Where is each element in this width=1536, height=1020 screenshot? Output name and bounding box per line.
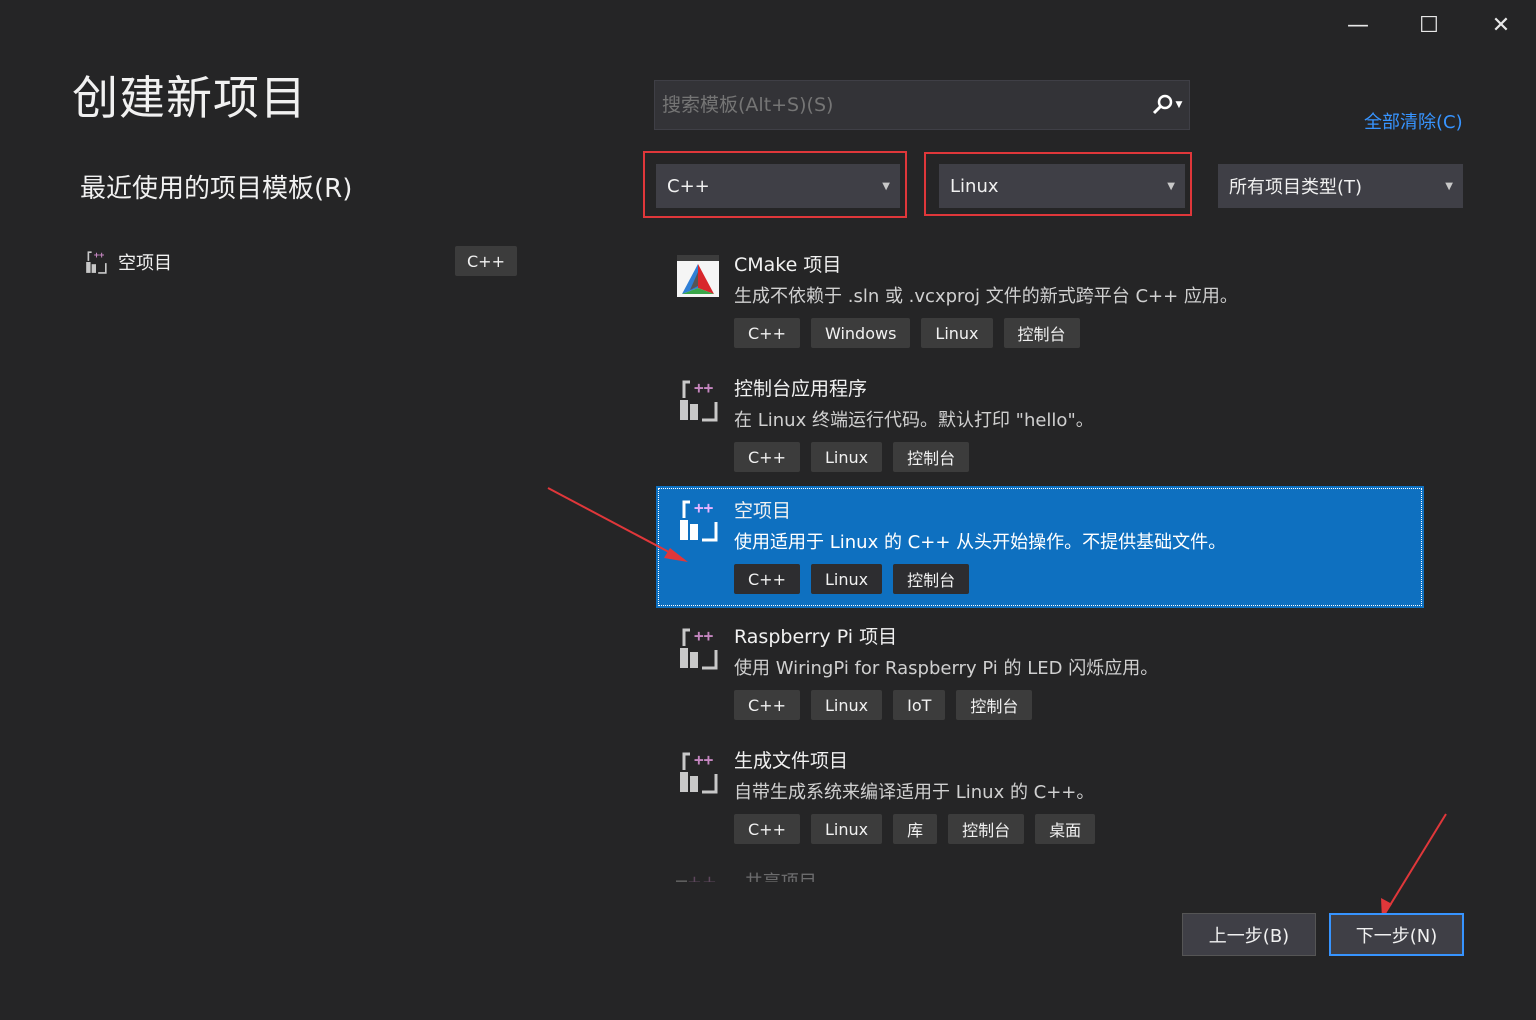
next-button[interactable]: 下一步(N) (1329, 913, 1464, 956)
back-button[interactable]: 上一步(B) (1182, 913, 1316, 956)
annotation-arrowhead (664, 548, 688, 562)
annotation-arrow-selected (547, 487, 685, 561)
annotation-arrow-next (1383, 813, 1447, 916)
annotation-arrows (547, 487, 1447, 919)
